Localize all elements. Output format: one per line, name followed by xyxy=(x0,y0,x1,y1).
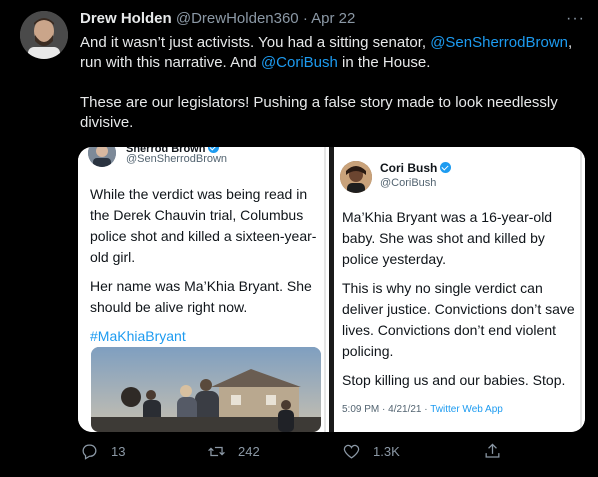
embedded-paragraph: Ma’Khia Bryant was a 16-year-old baby. S… xyxy=(342,209,553,267)
author-handle[interactable]: @DrewHolden360 xyxy=(176,10,299,27)
embedded-avatar-sherrod xyxy=(88,147,116,167)
retweet-icon xyxy=(208,446,225,457)
tweet-header: Drew Holden @DrewHolden360 · Apr 22 xyxy=(80,9,355,29)
embedded-text-coribush: Ma’Khia Bryant was a 16-year-old baby. S… xyxy=(342,207,580,391)
media-image[interactable]: Sherrod Brown @SenSherrodBrown While the… xyxy=(78,147,585,432)
reply-button[interactable]: 13 xyxy=(80,442,125,461)
embedded-paragraph: Stop killing us and our babies. Stop. xyxy=(342,372,566,388)
text-segment: And it wasn’t just activists. You had a … xyxy=(80,34,431,51)
action-bar: 13 242 1.3K xyxy=(80,442,585,464)
embedded-timestamp: 5:09 PM · 4/21/21 · xyxy=(342,404,431,415)
share-icon xyxy=(485,443,500,458)
embedded-handle-sherrod: @SenSherrodBrown xyxy=(126,153,228,165)
embedded-photo xyxy=(91,347,321,432)
embedded-paragraph: Her name was Ma’Khia Bryant. She should … xyxy=(90,278,312,315)
mention-link-senator[interactable]: @SenSherrodBrown xyxy=(430,34,568,51)
like-button[interactable]: 1.3K xyxy=(342,442,400,461)
verified-icon xyxy=(440,162,452,173)
retweet-button[interactable]: 242 xyxy=(207,442,260,461)
embedded-screenshot-sherrod: Sherrod Brown @SenSherrodBrown While the… xyxy=(78,147,329,432)
embedded-handle-coribush: @CoriBush xyxy=(380,177,437,189)
embedded-paragraph: While the verdict was being read in the … xyxy=(90,186,317,265)
reply-icon xyxy=(82,444,97,460)
scrollbar xyxy=(324,147,326,432)
embedded-avatar-coribush xyxy=(340,161,372,193)
scrollbar xyxy=(580,147,582,432)
embedded-text-sherrod: While the verdict was being read in the … xyxy=(90,184,322,347)
retweet-count: 242 xyxy=(238,444,260,459)
mention-link-coribush[interactable]: @CoriBush xyxy=(261,54,338,71)
author-name[interactable]: Drew Holden xyxy=(80,10,172,27)
embedded-footer: 5:09 PM · 4/21/21 · Twitter Web App xyxy=(342,404,503,415)
heart-icon xyxy=(343,444,360,459)
embedded-paragraph: This is why no single verdict can delive… xyxy=(342,280,575,359)
tweet-date[interactable]: Apr 22 xyxy=(311,10,355,27)
embedded-name-coribush: Cori Bush xyxy=(380,161,452,175)
author-avatar[interactable] xyxy=(20,11,68,59)
reply-count: 13 xyxy=(111,444,126,459)
tweet-paragraph-1: And it wasn’t just activists. You had a … xyxy=(80,33,585,73)
tweet-paragraph-2: These are our legislators! Pushing a fal… xyxy=(80,94,558,131)
text-segment: in the House. xyxy=(337,54,431,71)
embedded-source: Twitter Web App xyxy=(430,404,503,415)
embedded-screenshot-coribush: Cori Bush @CoriBush Ma’Khia Bryant was a… xyxy=(334,147,585,432)
like-count: 1.3K xyxy=(373,444,400,459)
date-separator: · xyxy=(302,10,308,27)
share-button[interactable] xyxy=(483,442,514,461)
more-options-icon[interactable]: ··· xyxy=(566,10,585,28)
tweet-body: And it wasn’t just activists. You had a … xyxy=(80,33,585,133)
hashtag-link: #MaKhiaBryant xyxy=(90,328,186,344)
